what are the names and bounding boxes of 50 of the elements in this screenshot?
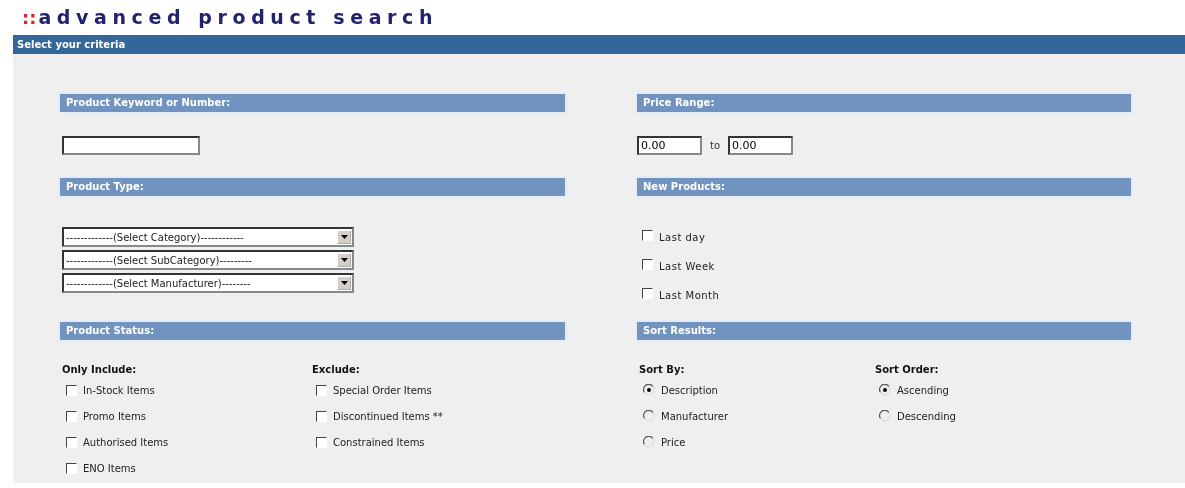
- checkbox[interactable]: [66, 462, 77, 474]
- radio-label: Description: [661, 384, 718, 396]
- checkbox[interactable]: [316, 384, 327, 396]
- radio-label: Ascending: [897, 384, 949, 396]
- group-label: Only Include:: [61, 364, 138, 375]
- checkbox-label: Last day: [659, 232, 706, 243]
- checkbox-label: Last Week: [659, 261, 715, 272]
- radio-button[interactable]: [643, 436, 655, 448]
- radio-button[interactable]: [879, 384, 891, 396]
- select-dropdown[interactable]: -------------(Select Manufacturer)--------: [62, 273, 354, 293]
- checkbox-label: In-Stock Items: [83, 384, 155, 396]
- checkbox-label: Discontinued Items **: [333, 410, 443, 422]
- checkbox[interactable]: [66, 384, 77, 396]
- section-header: Product Keyword or Number:: [60, 94, 565, 112]
- select-dropdown[interactable]: -------------(Select Category)------------: [62, 227, 354, 247]
- checkbox-label: Special Order Items: [333, 384, 432, 396]
- section-header: Price Range:: [637, 94, 1131, 112]
- group-label: Sort Order:: [874, 364, 940, 375]
- checkbox-label: Constrained Items: [333, 436, 425, 448]
- checkbox[interactable]: [642, 230, 653, 241]
- radio-button[interactable]: [643, 384, 655, 396]
- checkbox[interactable]: [66, 410, 77, 422]
- section-header: Sort Results:: [637, 322, 1131, 340]
- section-header: Product Type:: [60, 178, 565, 196]
- section-header: Product Status:: [60, 322, 565, 340]
- section-header: New Products:: [637, 178, 1131, 196]
- price-to-field[interactable]: 0.00: [728, 136, 794, 155]
- group-label: Exclude:: [311, 364, 361, 375]
- page-title: advanced product search: [38, 6, 438, 28]
- title-marker: ::: [22, 7, 37, 28]
- radio-button[interactable]: [879, 410, 891, 422]
- keyword-field[interactable]: [62, 136, 200, 155]
- checkbox-label: Promo Items: [83, 410, 146, 422]
- checkbox-label: Last Month: [659, 290, 720, 301]
- select-dropdown[interactable]: -------------(Select SubCategory)---------: [62, 250, 354, 270]
- checkbox[interactable]: [316, 436, 327, 448]
- criteria-bar: Select your criteria: [13, 35, 1185, 54]
- checkbox[interactable]: [642, 288, 653, 299]
- checkbox-label: Authorised Items: [83, 436, 169, 448]
- checkbox[interactable]: [316, 410, 327, 422]
- price-from-field[interactable]: 0.00: [637, 136, 702, 155]
- checkbox[interactable]: [66, 436, 77, 448]
- checkbox[interactable]: [642, 259, 653, 270]
- checkbox-label: ENO Items: [83, 462, 136, 474]
- group-label: Sort By:: [638, 364, 686, 375]
- to-label: to: [710, 140, 721, 151]
- radio-label: Manufacturer: [661, 410, 728, 422]
- radio-label: Price: [661, 436, 686, 448]
- radio-button[interactable]: [643, 410, 655, 422]
- radio-label: Descending: [897, 410, 956, 422]
